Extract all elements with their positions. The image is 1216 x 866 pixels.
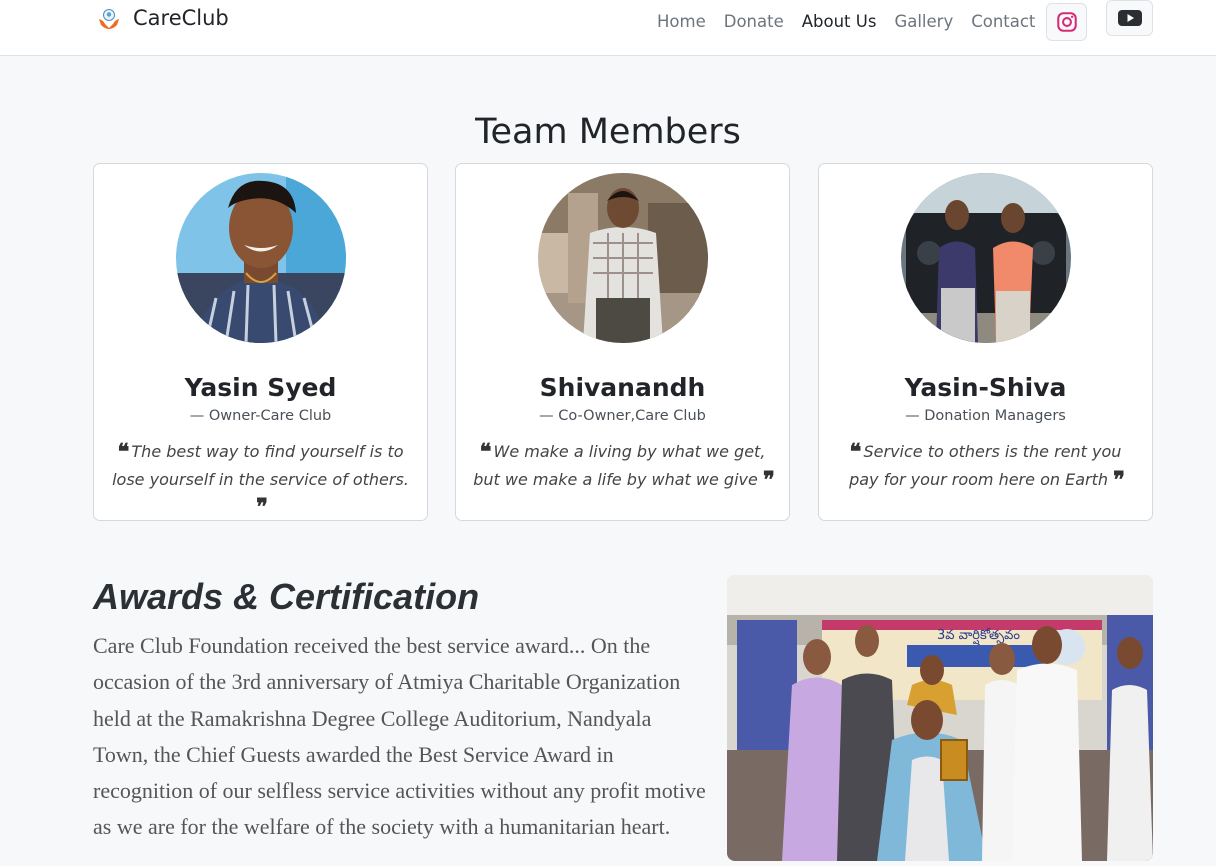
- team-member-card: Yasin Syed — Owner-Care Club ❝ The best …: [93, 163, 428, 521]
- member-quote: ❝ Service to others is the rent you pay …: [833, 438, 1138, 494]
- nav-link-donate[interactable]: Donate: [724, 12, 784, 31]
- close-quote-icon: ❞: [256, 494, 268, 520]
- award-ceremony-photo: 3వ వార్షికోత్సవం: [727, 575, 1153, 861]
- member-role: — Owner-Care Club: [189, 408, 332, 424]
- awards-section-title: Awards & Certification: [93, 576, 480, 617]
- member-name: Yasin Syed: [184, 373, 337, 402]
- nav-link-contact[interactable]: Contact: [971, 12, 1035, 31]
- care-hands-logo-icon: [99, 9, 119, 29]
- youtube-icon: [1117, 10, 1142, 26]
- brand-name: CareClub: [133, 6, 229, 30]
- member-name: Shivanandh: [539, 373, 706, 402]
- navbar: CareClub Home Donate About Us Gallery Co…: [0, 0, 1216, 56]
- member-quote-text: The best way to find yourself is to lose…: [112, 442, 409, 489]
- member-quote: ❝ The best way to find yourself is to lo…: [108, 438, 413, 521]
- member-photo-shivanandh: [537, 173, 708, 343]
- nav-links: Home Donate About Us Gallery Contact: [657, 12, 1053, 31]
- open-quote-icon: ❝: [479, 439, 492, 465]
- member-name: Yasin-Shiva: [904, 373, 1067, 402]
- nav-link-gallery[interactable]: Gallery: [894, 12, 953, 31]
- youtube-button[interactable]: [1106, 0, 1153, 36]
- team-section-title: Team Members: [475, 112, 741, 152]
- nav-link-home[interactable]: Home: [657, 12, 706, 31]
- member-quote: ❝ We make a living by what we get, but w…: [470, 438, 775, 494]
- team-member-card: Yasin-Shiva — Donation Managers ❝ Servic…: [818, 163, 1153, 521]
- instagram-icon: [1056, 12, 1077, 32]
- member-photo-yasin-shiva: [900, 173, 1071, 343]
- member-quote-text: Service to others is the rent you pay fo…: [849, 442, 1122, 489]
- nav-link-about-us[interactable]: About Us: [802, 12, 877, 31]
- open-quote-icon: ❝: [117, 439, 129, 465]
- team-member-card: Shivanandh — Co-Owner,Care Club ❝ We mak…: [455, 163, 790, 521]
- member-role: — Donation Managers: [905, 408, 1066, 424]
- member-quote-text: We make a living by what we get, but we …: [473, 442, 766, 489]
- awards-description: Care Club Foundation received the best s…: [93, 633, 706, 840]
- close-quote-icon: ❞: [1113, 467, 1125, 493]
- instagram-button[interactable]: [1046, 3, 1087, 41]
- open-quote-icon: ❝: [849, 439, 862, 465]
- close-quote-icon: ❞: [762, 467, 775, 493]
- member-photo-yasin: [175, 173, 346, 343]
- brand[interactable]: CareClub: [97, 6, 229, 30]
- member-role: — Co-Owner,Care Club: [539, 408, 706, 424]
